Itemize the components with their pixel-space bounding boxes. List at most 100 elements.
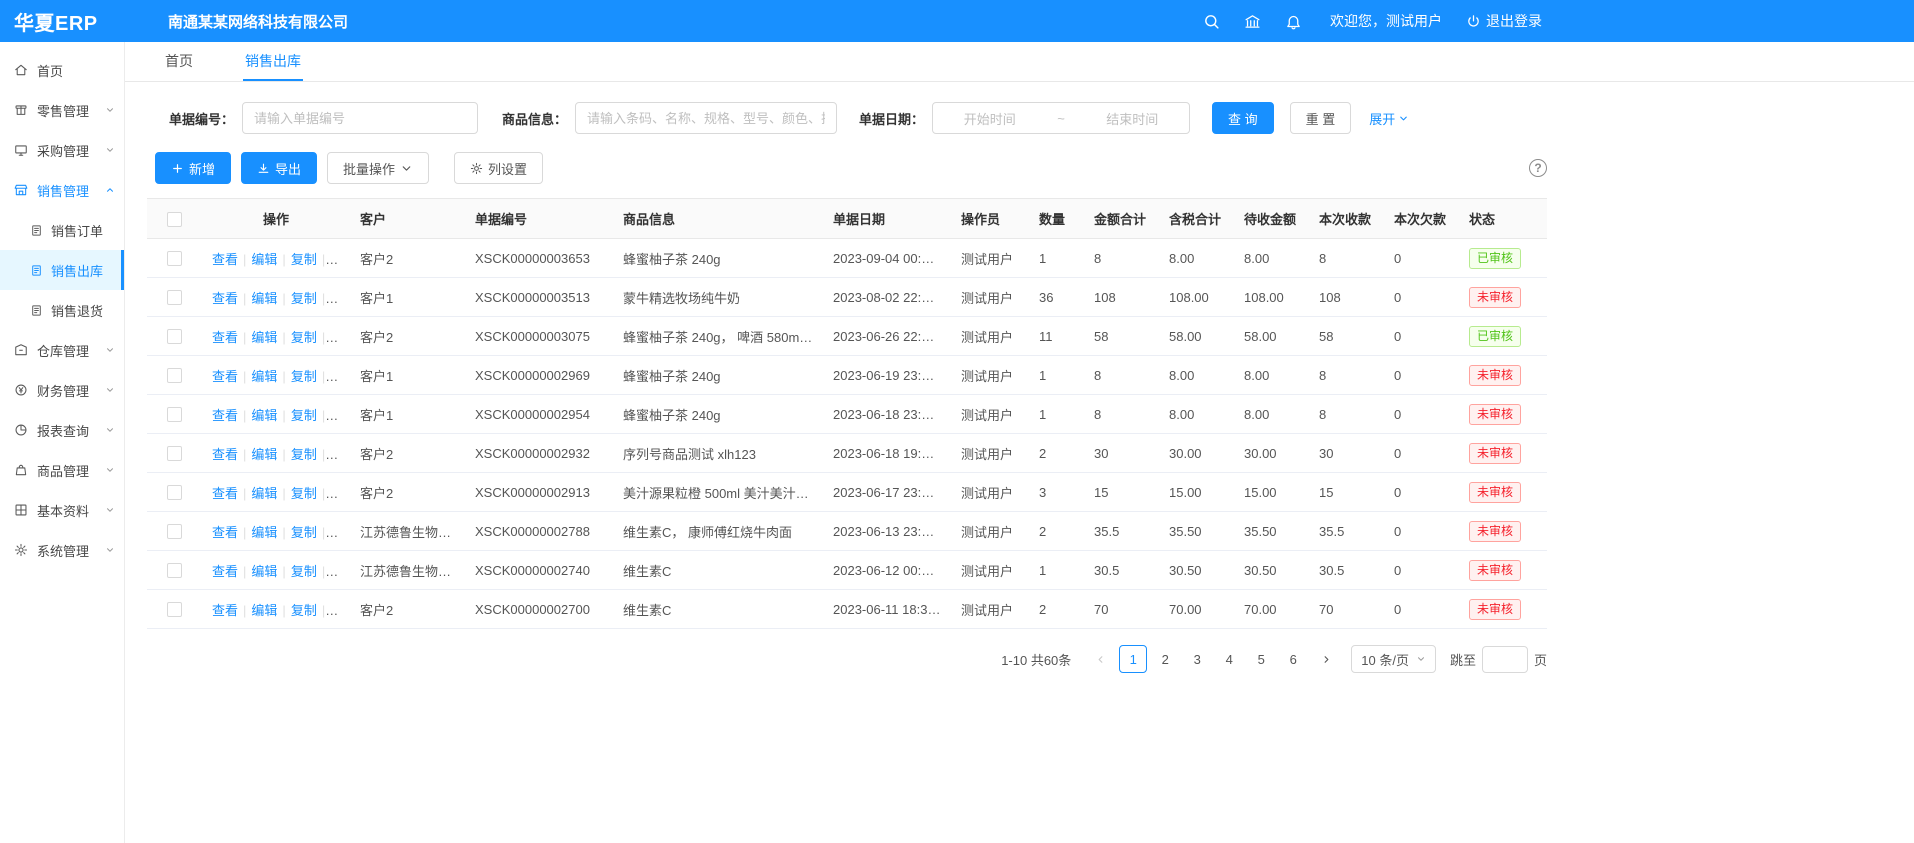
sidebar-item-home[interactable]: 首页: [0, 50, 124, 90]
sidebar-item-finance[interactable]: 财务管理: [0, 370, 124, 410]
expand-link[interactable]: 展开: [1369, 109, 1409, 128]
finance-icon: [14, 383, 28, 397]
add-button[interactable]: 新增: [155, 152, 231, 184]
page-number-5[interactable]: 5: [1247, 645, 1275, 673]
cell-tax_total: 108.00: [1159, 278, 1234, 317]
row-checkbox[interactable]: [167, 368, 182, 383]
page-number-2[interactable]: 2: [1151, 645, 1179, 673]
sidebar-item-purchase[interactable]: 采购管理: [0, 130, 124, 170]
row-action-view[interactable]: 查看: [212, 252, 238, 267]
cell-customer: 客户2: [350, 434, 465, 473]
date-end-input[interactable]: 结束时间: [1106, 109, 1158, 128]
page-number-4[interactable]: 4: [1215, 645, 1243, 673]
select-all-checkbox[interactable]: [167, 212, 182, 227]
row-action-copy[interactable]: 复制: [291, 486, 317, 501]
page-size-select[interactable]: 10 条/页: [1351, 645, 1436, 673]
status-badge: 未审核: [1469, 287, 1521, 308]
platform-icon[interactable]: [1244, 13, 1261, 30]
row-actions-cell: 查看|编辑|复制|删除: [202, 590, 350, 629]
row-action-edit[interactable]: 编辑: [251, 603, 277, 618]
search-button[interactable]: 查 询: [1212, 102, 1274, 134]
batch-actions-button[interactable]: 批量操作: [327, 152, 429, 184]
row-checkbox[interactable]: [167, 524, 182, 539]
page-number-1[interactable]: 1: [1119, 645, 1147, 673]
row-action-copy[interactable]: 复制: [291, 252, 317, 267]
row-checkbox[interactable]: [167, 329, 182, 344]
row-action-view[interactable]: 查看: [212, 486, 238, 501]
row-action-copy[interactable]: 复制: [291, 291, 317, 306]
bill-no-input[interactable]: [242, 102, 478, 134]
row-action-copy[interactable]: 复制: [291, 564, 317, 579]
status-badge: 未审核: [1469, 482, 1521, 503]
row-checkbox[interactable]: [167, 485, 182, 500]
sidebar-item-sales-outbound[interactable]: 销售出库: [0, 250, 124, 290]
reset-button[interactable]: 重 置: [1290, 102, 1352, 134]
export-button[interactable]: 导出: [241, 152, 317, 184]
row-action-edit[interactable]: 编辑: [251, 564, 277, 579]
row-action-edit[interactable]: 编辑: [251, 369, 277, 384]
row-action-copy[interactable]: 复制: [291, 525, 317, 540]
product-info-label: 商品信息：: [502, 109, 567, 128]
search-icon[interactable]: [1203, 13, 1220, 30]
row-action-edit[interactable]: 编辑: [251, 291, 277, 306]
sidebar-item-products[interactable]: 商品管理: [0, 450, 124, 490]
row-checkbox[interactable]: [167, 290, 182, 305]
row-checkbox[interactable]: [167, 407, 182, 422]
cell-date: 2023-06-26 22:25:26: [823, 317, 951, 356]
row-action-view[interactable]: 查看: [212, 408, 238, 423]
cell-debt: 0: [1384, 317, 1459, 356]
row-checkbox[interactable]: [167, 446, 182, 461]
row-action-edit[interactable]: 编辑: [251, 330, 277, 345]
row-action-copy[interactable]: 复制: [291, 603, 317, 618]
row-action-edit[interactable]: 编辑: [251, 525, 277, 540]
row-action-edit[interactable]: 编辑: [251, 252, 277, 267]
row-action-copy[interactable]: 复制: [291, 408, 317, 423]
page-number-6[interactable]: 6: [1279, 645, 1307, 673]
row-action-view[interactable]: 查看: [212, 525, 238, 540]
action-separator: |: [243, 252, 246, 267]
row-action-edit[interactable]: 编辑: [251, 408, 277, 423]
row-action-edit[interactable]: 编辑: [251, 447, 277, 462]
tab-sales-outbound[interactable]: 销售出库: [243, 42, 303, 81]
sidebar-item-sales-return[interactable]: 销售退货: [0, 290, 124, 330]
cell-pending: 30.50: [1234, 551, 1309, 590]
action-separator: |: [282, 330, 285, 345]
row-action-copy[interactable]: 复制: [291, 369, 317, 384]
row-checkbox[interactable]: [167, 251, 182, 266]
cell-operator: 测试用户: [951, 434, 1029, 473]
row-checkbox[interactable]: [167, 602, 182, 617]
status-badge: 未审核: [1469, 365, 1521, 386]
row-action-edit[interactable]: 编辑: [251, 486, 277, 501]
row-action-view[interactable]: 查看: [212, 330, 238, 345]
row-action-view[interactable]: 查看: [212, 564, 238, 579]
row-checkbox[interactable]: [167, 563, 182, 578]
sidebar-item-warehouse[interactable]: 仓库管理: [0, 330, 124, 370]
next-page-button[interactable]: [1313, 645, 1339, 673]
column-settings-button[interactable]: 列设置: [454, 152, 543, 184]
sidebar-item-retail[interactable]: 零售管理: [0, 90, 124, 130]
page-number-3[interactable]: 3: [1183, 645, 1211, 673]
help-icon[interactable]: ?: [1529, 159, 1547, 177]
product-info-input[interactable]: [575, 102, 837, 134]
logout-button[interactable]: 退出登录: [1466, 11, 1542, 31]
tab-home[interactable]: 首页: [163, 42, 195, 81]
sidebar-item-system[interactable]: 系统管理: [0, 530, 124, 570]
date-range-picker[interactable]: 开始时间 ~ 结束时间: [932, 102, 1190, 134]
cell-pending: 15.00: [1234, 473, 1309, 512]
sidebar-item-sales-order[interactable]: 销售订单: [0, 210, 124, 250]
action-separator: |: [243, 564, 246, 579]
row-action-view[interactable]: 查看: [212, 369, 238, 384]
prev-page-button[interactable]: [1087, 645, 1113, 673]
row-action-view[interactable]: 查看: [212, 603, 238, 618]
jump-page-input[interactable]: [1482, 646, 1528, 673]
row-action-copy[interactable]: 复制: [291, 330, 317, 345]
notification-bell-icon[interactable]: [1285, 13, 1302, 30]
row-action-copy[interactable]: 复制: [291, 447, 317, 462]
date-start-input[interactable]: 开始时间: [964, 109, 1016, 128]
sidebar-item-reports[interactable]: 报表查询: [0, 410, 124, 450]
cell-pending: 70.00: [1234, 590, 1309, 629]
row-action-view[interactable]: 查看: [212, 291, 238, 306]
sidebar-item-sales[interactable]: 销售管理: [0, 170, 124, 210]
sidebar-item-basic-data[interactable]: 基本资料: [0, 490, 124, 530]
row-action-view[interactable]: 查看: [212, 447, 238, 462]
